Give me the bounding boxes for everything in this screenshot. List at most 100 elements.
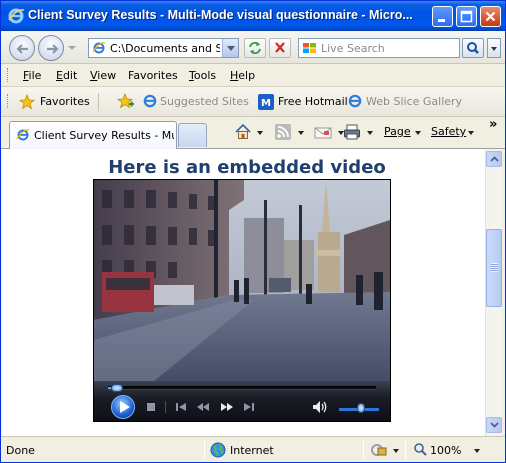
volume-icon[interactable]: [312, 400, 330, 414]
add-favorites-icon[interactable]: [117, 93, 135, 111]
menu-edit[interactable]: Edit: [56, 69, 77, 82]
zoom-level[interactable]: 100%: [430, 444, 461, 457]
address-input[interactable]: C:\Documents and Set: [88, 38, 239, 58]
window-title: Client Survey Results - Multi-Mode visua…: [28, 8, 413, 22]
feeds-dropdown[interactable]: [298, 131, 304, 135]
new-tab-button[interactable]: [178, 123, 207, 147]
menu-bar: File Edit View Favorites Tools Help: [1, 64, 505, 87]
player-controls: [94, 381, 390, 421]
vertical-scrollbar[interactable]: [485, 149, 502, 436]
play-button[interactable]: [111, 395, 135, 419]
toolbar-separator: [98, 93, 99, 111]
recent-pages-dropdown[interactable]: [68, 46, 76, 50]
forward-arrow-icon: [47, 44, 59, 54]
search-button[interactable]: [462, 38, 484, 58]
feeds-icon[interactable]: [275, 123, 291, 141]
next-icon[interactable]: [243, 402, 255, 412]
page-icon: [16, 129, 30, 141]
previous-icon[interactable]: [175, 402, 187, 412]
web-slice-gallery-link[interactable]: Web Slice Gallery: [366, 95, 462, 108]
home-dropdown[interactable]: [257, 131, 263, 135]
stop-icon[interactable]: [146, 402, 156, 412]
control-separator: [165, 401, 166, 413]
minimize-button[interactable]: [432, 6, 453, 27]
maximize-button[interactable]: [456, 6, 477, 27]
status-text: Done: [6, 444, 35, 457]
zoom-dropdown[interactable]: [474, 449, 480, 453]
forward-button[interactable]: [38, 35, 64, 61]
page-menu[interactable]: Page: [384, 125, 411, 138]
ie-page-icon: [143, 94, 157, 108]
embedded-video-player[interactable]: [93, 179, 391, 422]
close-button[interactable]: [480, 6, 501, 27]
chevron-down-icon: [490, 422, 499, 428]
address-toolbar: C:\Documents and Set Live Search: [1, 31, 505, 64]
browser-window: Client Survey Results - Multi-Mode visua…: [0, 0, 506, 463]
page-menu-dropdown[interactable]: [415, 131, 421, 135]
toolbar-overflow-chevron[interactable]: »: [489, 117, 497, 132]
stop-button[interactable]: [269, 38, 291, 58]
chevron-up-icon: [490, 156, 499, 162]
rewind-icon[interactable]: [196, 402, 210, 412]
toolbar-grip: [7, 68, 10, 82]
scroll-down-button[interactable]: [486, 417, 502, 433]
status-separator: [405, 440, 406, 459]
menu-favorites[interactable]: Favorites: [128, 69, 178, 82]
title-bar: Client Survey Results - Multi-Mode visua…: [1, 1, 505, 31]
security-zone: Internet: [230, 444, 274, 457]
protected-mode-dropdown[interactable]: [393, 449, 399, 453]
safety-menu[interactable]: Safety: [431, 125, 466, 138]
print-dropdown[interactable]: [367, 131, 373, 135]
close-icon: [485, 11, 496, 22]
back-button[interactable]: [9, 35, 35, 61]
status-bar: Done Internet 100%: [1, 436, 505, 462]
maximize-icon: [460, 10, 473, 23]
toolbar-grip: [7, 94, 10, 108]
free-hotmail-link[interactable]: Free Hotmail: [278, 95, 348, 108]
print-icon[interactable]: [343, 123, 361, 141]
scroll-grip: [491, 263, 498, 272]
scroll-thumb[interactable]: [486, 229, 502, 307]
address-dropdown[interactable]: [222, 39, 238, 57]
favorites-button[interactable]: Favorites: [15, 91, 91, 113]
home-icon[interactable]: [234, 123, 252, 141]
scroll-up-button[interactable]: [486, 151, 502, 167]
search-icon: [467, 42, 479, 54]
menu-view[interactable]: View: [90, 69, 116, 82]
zoom-icon[interactable]: [413, 442, 428, 457]
mail-icon[interactable]: [314, 124, 332, 142]
seek-thumb[interactable]: [111, 384, 123, 392]
search-input[interactable]: Live Search: [298, 38, 460, 58]
menu-file[interactable]: File: [23, 69, 41, 82]
seek-bar[interactable]: [108, 384, 376, 392]
safety-menu-dropdown[interactable]: [468, 131, 474, 135]
address-url: C:\Documents and Set: [110, 42, 220, 55]
svg-text:M: M: [261, 98, 271, 109]
hotmail-icon: M: [258, 94, 274, 110]
video-frame: [94, 180, 390, 381]
status-separator: [204, 440, 205, 459]
protected-mode-icon[interactable]: [370, 443, 390, 457]
favorites-bar: Favorites Suggested Sites M Free Hotmail…: [1, 87, 505, 191]
menu-tools[interactable]: Tools: [189, 69, 216, 82]
internet-zone-icon: [210, 442, 226, 458]
live-search-logo-icon: [303, 43, 316, 53]
tab-client-survey[interactable]: Client Survey Results - Mu...: [9, 121, 177, 149]
status-separator: [363, 440, 364, 459]
tab-label: Client Survey Results - Mu...: [34, 129, 174, 142]
ie-logo-icon: [8, 8, 25, 24]
fast-forward-icon[interactable]: [220, 402, 234, 412]
refresh-button[interactable]: [244, 38, 266, 58]
back-arrow-icon: [16, 44, 28, 54]
menu-help[interactable]: Help: [230, 69, 255, 82]
volume-thumb[interactable]: [357, 403, 365, 413]
stop-icon: [275, 42, 285, 53]
favorites-star-icon: [19, 94, 35, 110]
minimize-icon: [438, 19, 445, 22]
page-icon: [92, 42, 106, 54]
tab-bar: Client Survey Results - Mu...: [1, 117, 505, 149]
search-options-dropdown[interactable]: [487, 38, 501, 58]
search-placeholder: Live Search: [321, 42, 385, 55]
refresh-icon: [249, 42, 261, 54]
suggested-sites-link[interactable]: Suggested Sites: [160, 95, 249, 108]
